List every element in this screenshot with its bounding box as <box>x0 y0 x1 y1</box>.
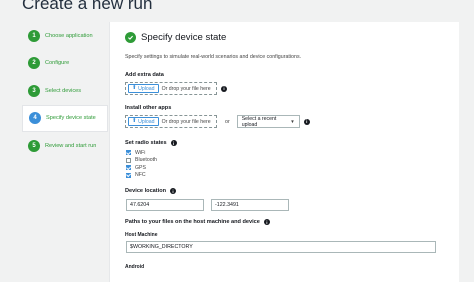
radio-option-wifi[interactable]: WiFi <box>126 149 157 157</box>
radio-states-label: Set radio states <box>125 140 167 146</box>
checkbox-label: NFC <box>135 172 146 179</box>
extra-data-label: Add extra data <box>125 72 164 78</box>
drop-hint: Or drop your file here <box>161 85 211 92</box>
checkbox-label: WiFi <box>135 149 146 156</box>
step-label: Choose application <box>45 32 93 39</box>
device-location-header: Device location i <box>125 188 177 194</box>
recent-upload-select[interactable]: Select a recent upload ▼ <box>236 115 300 128</box>
other-apps-label: Install other apps <box>125 105 172 111</box>
step-configure[interactable]: 2 Configure <box>22 50 108 78</box>
host-machine-path-input[interactable]: $WORKING_DIRECTORY <box>126 241 436 253</box>
radio-option-bluetooth[interactable]: Bluetooth <box>126 157 157 165</box>
upload-icon: ⬆ <box>132 117 137 124</box>
panel-description: Specify settings to simulate real-world … <box>125 54 302 60</box>
checkbox[interactable] <box>126 157 131 163</box>
step-choose-application[interactable]: 1 Choose application <box>22 22 108 50</box>
step-label: Specify device state <box>46 115 96 122</box>
step-number-badge: 5 <box>28 139 40 152</box>
checkbox[interactable] <box>126 150 131 156</box>
info-icon[interactable]: i <box>221 85 227 92</box>
checkbox[interactable] <box>126 172 131 178</box>
longitude-input[interactable]: -122.3491 <box>211 199 289 211</box>
device-state-panel: Specify device state Specify settings to… <box>109 22 459 282</box>
drop-hint: Or drop your file here <box>161 118 211 125</box>
panel-header: Specify device state <box>125 32 226 43</box>
step-number-badge: 1 <box>28 29 40 42</box>
caret-down-icon: ▼ <box>290 119 295 124</box>
step-number-badge: 3 <box>28 84 40 97</box>
latitude-input[interactable]: 47.6204 <box>126 199 204 211</box>
extra-data-dropzone[interactable]: ⬆ Upload Or drop your file here <box>125 82 217 95</box>
info-icon[interactable]: i <box>303 118 310 125</box>
upload-button-label: Upload <box>138 118 155 125</box>
checkbox-label: GPS <box>135 164 146 171</box>
step-specify-device-state[interactable]: 4 Specify device state <box>22 104 108 132</box>
paths-header: Paths to your files on the host machine … <box>125 219 270 225</box>
radio-option-gps[interactable]: GPS <box>126 164 157 172</box>
info-icon[interactable]: i <box>170 140 177 146</box>
step-review-and-start-run[interactable]: 5 Review and start run <box>22 132 108 160</box>
step-label: Select devices <box>45 87 82 94</box>
other-apps-dropzone[interactable]: ⬆ Upload Or drop your file here <box>125 115 217 128</box>
paths-label: Paths to your files on the host machine … <box>125 219 260 225</box>
upload-button-label: Upload <box>138 85 155 92</box>
radio-states-list: WiFi Bluetooth GPS NFC <box>126 149 157 179</box>
checkbox-label: Bluetooth <box>135 157 157 164</box>
other-apps-upload-row: ⬆ Upload Or drop your file here or Selec… <box>125 115 310 128</box>
step-label: Review and start run <box>45 142 97 149</box>
step-select-devices[interactable]: 3 Select devices <box>22 77 108 105</box>
upload-icon: ⬆ <box>132 84 137 91</box>
wizard-steps: 1 Choose application 2 Configure 3 Selec… <box>22 22 108 160</box>
host-machine-label: Host Machine <box>125 232 158 238</box>
info-icon[interactable]: i <box>263 219 270 225</box>
radio-states-header: Set radio states i <box>125 140 177 146</box>
or-separator: or <box>225 118 230 125</box>
info-icon[interactable]: i <box>170 188 177 194</box>
checkbox[interactable] <box>126 165 131 171</box>
select-placeholder: Select a recent upload <box>241 115 277 128</box>
panel-title: Specify device state <box>141 32 227 43</box>
step-label: Configure <box>45 60 70 67</box>
extra-data-upload-row: ⬆ Upload Or drop your file here i <box>125 82 227 95</box>
step-number-badge: 4 <box>29 112 41 125</box>
page-title: Create a new run <box>22 0 153 13</box>
radio-option-nfc[interactable]: NFC <box>126 172 157 180</box>
device-location-label: Device location <box>125 188 167 194</box>
check-circle-icon <box>125 32 136 43</box>
extra-data-upload-button[interactable]: ⬆ Upload <box>128 84 159 93</box>
android-label: Android <box>125 264 145 270</box>
other-apps-upload-button[interactable]: ⬆ Upload <box>128 117 159 126</box>
step-number-badge: 2 <box>28 57 40 70</box>
